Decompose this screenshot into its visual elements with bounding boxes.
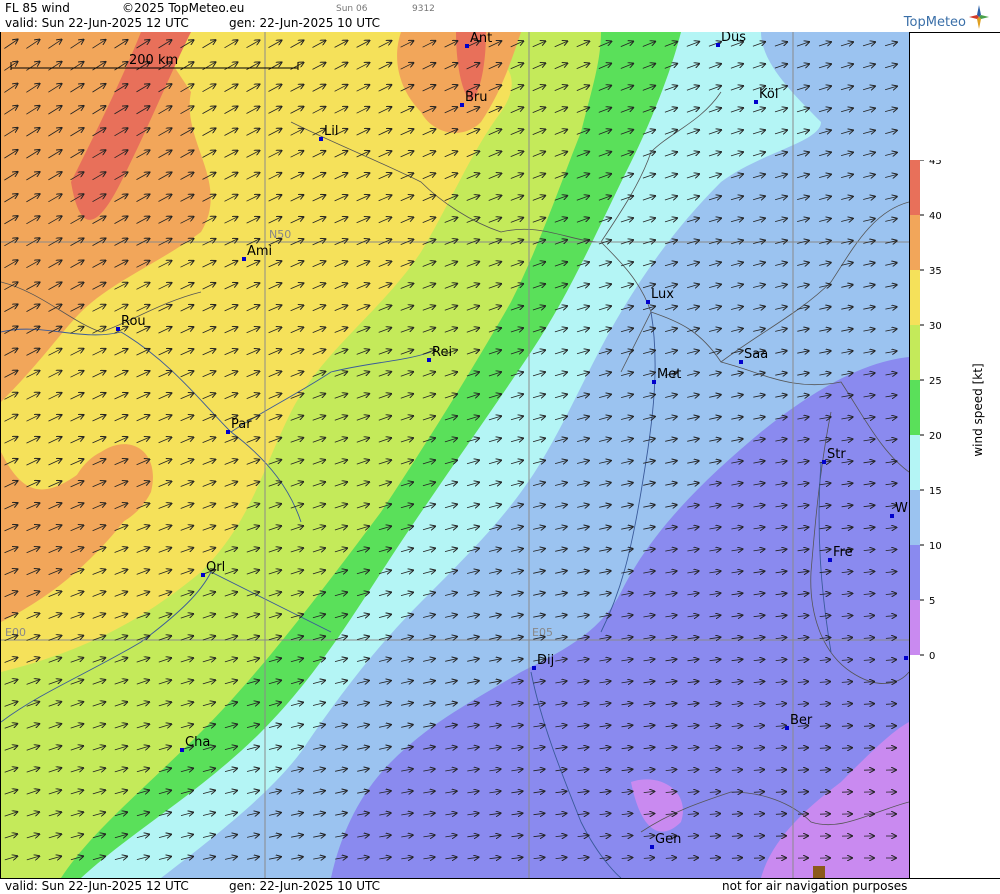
copyright: ©2025 TopMeteo.eu bbox=[122, 1, 244, 15]
grid-label-e00: E00 bbox=[5, 626, 26, 639]
legend-color-bar bbox=[910, 215, 920, 270]
legend-color-bar bbox=[910, 600, 920, 655]
legend-tick-label: 0 bbox=[929, 651, 935, 660]
city-label: Köl bbox=[759, 87, 778, 102]
legend-tick-label: 30 bbox=[929, 321, 942, 332]
legend-title: wind speed [kt] bbox=[971, 363, 985, 456]
city-label: Rei bbox=[432, 345, 452, 360]
city-dot bbox=[785, 726, 789, 730]
city-dot bbox=[465, 44, 469, 48]
footer-valid-time: valid: Sun 22-Jun-2025 12 UTC bbox=[5, 879, 189, 893]
legend-tick-label: 40 bbox=[929, 211, 942, 222]
city-dot bbox=[180, 748, 184, 752]
footer-gen-time: gen: 22-Jun-2025 10 UTC bbox=[229, 879, 380, 893]
terrain-marker bbox=[813, 866, 825, 878]
brand-name: TopMeteo bbox=[904, 15, 966, 30]
legend-color-bar bbox=[910, 160, 920, 215]
city-label: Ami bbox=[247, 244, 272, 259]
city-label: Orl bbox=[206, 560, 225, 575]
city-label: W bbox=[895, 501, 908, 516]
legend-color-bar bbox=[910, 435, 920, 490]
city-dot bbox=[532, 666, 536, 670]
city-dot bbox=[460, 103, 464, 107]
city-label: Dij bbox=[537, 653, 554, 668]
city-label: Düs bbox=[721, 32, 746, 45]
city-dot bbox=[650, 845, 654, 849]
legend-color-bar bbox=[910, 490, 920, 545]
city-dot bbox=[754, 100, 758, 104]
city-dot bbox=[739, 360, 743, 364]
city-label: Bru bbox=[465, 90, 488, 105]
legend-color-bar bbox=[910, 545, 920, 600]
city-label: Ant bbox=[470, 32, 492, 46]
city-label: Saa bbox=[744, 347, 768, 362]
gen-time: gen: 22-Jun-2025 10 UTC bbox=[229, 16, 380, 30]
footer-bar: valid: Sun 22-Jun-2025 12 UTC gen: 22-Ju… bbox=[0, 878, 1000, 894]
small-day: Sun 06 bbox=[336, 4, 367, 14]
city-dot bbox=[652, 380, 656, 384]
valid-time: valid: Sun 22-Jun-2025 12 UTC bbox=[5, 16, 189, 30]
map-canvas: N50 E00 E05 200 km AntDüsKölBruLilAmiRou… bbox=[1, 32, 909, 878]
city-dot bbox=[226, 430, 230, 434]
city-dot bbox=[890, 514, 894, 518]
legend-tick-label: 10 bbox=[929, 541, 942, 552]
city-dot bbox=[201, 573, 205, 577]
city-label: Lil bbox=[324, 124, 338, 139]
city-label: Ber bbox=[790, 713, 813, 728]
map-area[interactable]: N50 E00 E05 200 km AntDüsKölBruLilAmiRou… bbox=[0, 32, 910, 878]
city-label: Str bbox=[827, 447, 846, 462]
city-label: Fre bbox=[833, 545, 853, 560]
legend-tick-label: 5 bbox=[929, 596, 935, 607]
city-dot bbox=[828, 558, 832, 562]
legend-tick-label: 25 bbox=[929, 376, 942, 387]
city-dot bbox=[716, 43, 720, 47]
city-dot bbox=[319, 137, 323, 141]
legend-color-bar bbox=[910, 270, 920, 325]
grid-label-n50: N50 bbox=[269, 228, 291, 241]
city-label: Cha bbox=[185, 735, 210, 750]
city-label: Lux bbox=[651, 287, 674, 302]
city-dot bbox=[822, 460, 826, 464]
city-dot bbox=[646, 300, 650, 304]
header-bar: FL 85 wind ©2025 TopMeteo.eu Sun 06 9312… bbox=[0, 0, 1000, 33]
city-label: Gen bbox=[655, 832, 681, 847]
legend-tick-label: 45 bbox=[929, 160, 942, 167]
legend-color-bar bbox=[910, 325, 920, 380]
city-label: Par bbox=[231, 417, 252, 432]
footer-disclaimer: not for air navigation purposes bbox=[722, 879, 907, 893]
city-dot bbox=[116, 327, 120, 331]
wind-map-screen: FL 85 wind ©2025 TopMeteo.eu Sun 06 9312… bbox=[0, 0, 1000, 893]
legend-tick-label: 15 bbox=[929, 486, 942, 497]
city-label: Rou bbox=[121, 314, 146, 329]
legend-tick-label: 35 bbox=[929, 266, 942, 277]
legend-color-bar bbox=[910, 380, 920, 435]
city-dot bbox=[427, 358, 431, 362]
scale-label: 200 km bbox=[129, 53, 178, 68]
legend-tick-label: 20 bbox=[929, 431, 942, 442]
city-dot bbox=[242, 257, 246, 261]
city-dot bbox=[904, 656, 908, 660]
small-code: 9312 bbox=[412, 4, 435, 14]
wind-speed-legend: 45 40 35 30 25 20 15 10 5 0 wind speed [kt] bbox=[910, 160, 1000, 660]
product-title: FL 85 wind bbox=[5, 1, 70, 15]
compass-logo-icon bbox=[968, 4, 990, 30]
city-label: Met bbox=[657, 367, 681, 382]
